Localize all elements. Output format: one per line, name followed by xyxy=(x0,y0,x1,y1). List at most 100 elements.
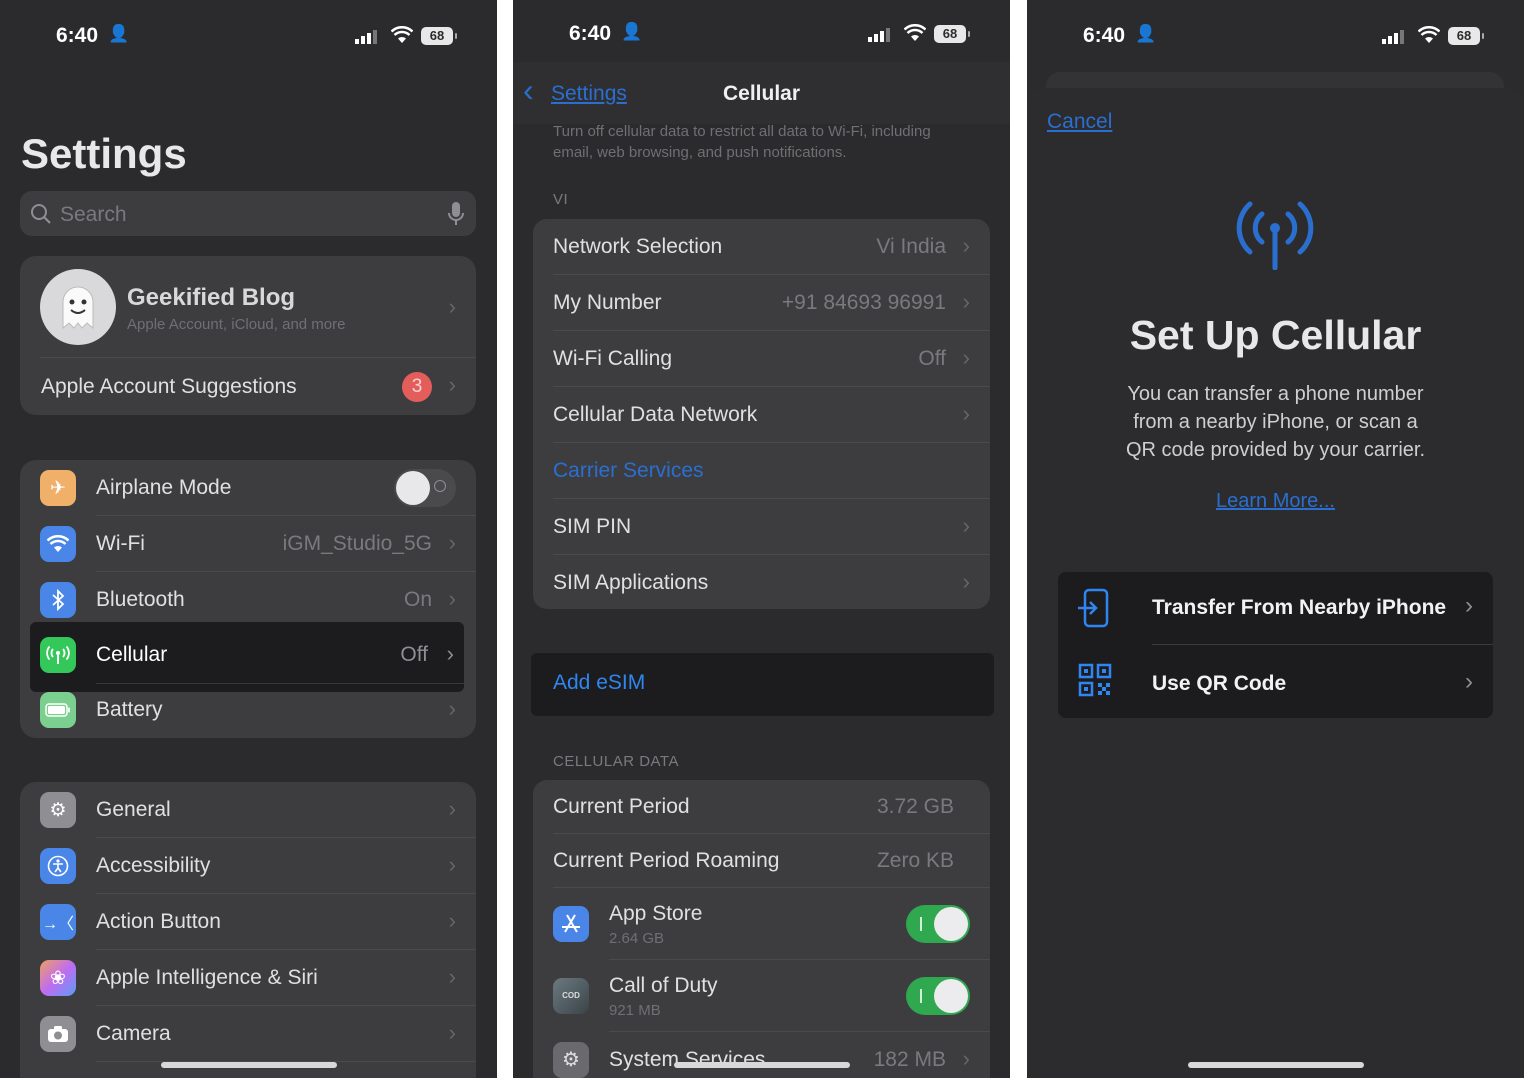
action-button-icon: →〈 xyxy=(40,904,76,940)
app-store-toggle[interactable] xyxy=(906,905,970,943)
chevron-right-icon: › xyxy=(448,796,456,821)
apple-intelligence-label: Apple Intelligence & Siri xyxy=(96,966,318,989)
airplane-mode-toggle[interactable] xyxy=(394,469,456,507)
account-subtitle: Apple Account, iCloud, and more xyxy=(127,316,346,333)
page-title: Settings xyxy=(21,130,187,177)
row-value: +91 84693 96991 xyxy=(781,291,946,314)
cellular-data-footer: Turn off cellular data to restrict all d… xyxy=(553,123,931,161)
status-bar: 6:40 👤 68 xyxy=(0,20,497,54)
chevron-right-icon: › xyxy=(448,908,456,933)
settings-screen: 6:40 👤 68 Settings Search Geekified Blog… xyxy=(0,0,497,1078)
status-time: 6:40 xyxy=(569,22,612,45)
cancel-button[interactable]: Cancel xyxy=(1047,110,1112,134)
sim-applications-row[interactable]: SIM Applications › xyxy=(533,555,990,609)
row-value: Zero KB xyxy=(876,849,954,872)
carrier-header: VI xyxy=(553,191,569,208)
account-suggestions-row[interactable]: Apple Account Suggestions 3 › xyxy=(20,358,476,415)
suggestions-badge: 3 xyxy=(402,372,432,402)
microphone-icon[interactable] xyxy=(448,201,464,227)
action-button-row[interactable]: →〈 Action Button › xyxy=(20,894,476,950)
home-indicator[interactable] xyxy=(673,1062,850,1068)
wifi-value: iGM_Studio_5G xyxy=(282,532,432,555)
chevron-right-icon: › xyxy=(962,569,970,594)
home-indicator[interactable] xyxy=(1187,1062,1364,1068)
cellular-label: Cellular xyxy=(96,643,168,666)
cellular-data-network-row[interactable]: Cellular Data Network › xyxy=(533,387,990,443)
system-services-row[interactable]: ⚙ System Services 182 MB › xyxy=(533,1032,990,1078)
app-store-row: App Store 2.64 GB xyxy=(533,888,990,960)
learn-more-link[interactable]: Learn More... xyxy=(1027,490,1524,513)
airplane-mode-label: Airplane Mode xyxy=(96,476,232,499)
row-value: Vi India xyxy=(876,235,946,258)
apple-intelligence-row[interactable]: ❀ Apple Intelligence & Siri › xyxy=(20,950,476,1006)
chevron-right-icon: › xyxy=(962,345,970,370)
antenna-icon xyxy=(1236,201,1314,270)
my-number-row[interactable]: My Number +91 84693 96991 › xyxy=(533,275,990,331)
row-value: Off xyxy=(918,347,946,370)
account-group: Geekified Blog Apple Account, iCloud, an… xyxy=(20,256,476,415)
cellular-signal-icon xyxy=(868,28,890,42)
network-selection-row[interactable]: Network Selection Vi India › xyxy=(533,219,990,275)
accessibility-row[interactable]: Accessibility › xyxy=(20,838,476,894)
person-icon: 👤 xyxy=(108,24,130,43)
setup-cellular-screen: 6:40 👤 68 Cancel Set Up Cellular You can… xyxy=(1027,0,1524,1078)
account-row[interactable]: Geekified Blog Apple Account, iCloud, an… xyxy=(20,256,476,358)
chevron-right-icon: › xyxy=(448,294,456,319)
general-row[interactable]: ⚙ General › xyxy=(20,782,476,838)
accessibility-icon xyxy=(40,848,76,884)
camera-row[interactable]: Camera › xyxy=(20,1006,476,1062)
bluetooth-value: On xyxy=(403,588,432,611)
home-indicator[interactable] xyxy=(160,1062,337,1068)
back-chevron-icon[interactable]: ‹ xyxy=(523,74,534,106)
setup-description: You can transfer a phone number from a n… xyxy=(1027,380,1524,464)
app-size: 2.64 GB xyxy=(609,930,665,947)
connectivity-group: ✈ Airplane Mode Wi-Fi iGM_Studio_5G › Bl… xyxy=(20,460,476,738)
qr-code-icon xyxy=(1078,663,1112,697)
add-esim-button[interactable]: Add eSIM xyxy=(531,653,994,716)
chevron-right-icon: › xyxy=(1465,592,1473,619)
transfer-option[interactable]: Transfer From Nearby iPhone › xyxy=(1058,572,1493,645)
cellular-data-header: CELLULAR DATA xyxy=(553,753,679,770)
carrier-services-row[interactable]: Carrier Services xyxy=(533,443,990,499)
chevron-right-icon: › xyxy=(962,401,970,426)
battery-status: 68 xyxy=(421,27,457,45)
row-label: System Services xyxy=(609,1048,766,1071)
chevron-right-icon: › xyxy=(962,233,970,258)
status-time: 6:40 xyxy=(56,24,99,47)
chevron-right-icon: › xyxy=(962,513,970,538)
bluetooth-icon xyxy=(40,582,76,618)
call-of-duty-toggle[interactable] xyxy=(906,977,970,1015)
row-label: SIM Applications xyxy=(553,571,709,594)
person-icon: 👤 xyxy=(621,22,643,41)
status-bar: 6:40 👤 68 xyxy=(513,18,1010,52)
gear-icon: ⚙ xyxy=(553,1042,589,1078)
camera-icon xyxy=(40,1016,76,1052)
description-line: QR code provided by your carrier. xyxy=(1125,439,1426,461)
back-button[interactable]: Settings xyxy=(551,82,627,106)
row-value: 182 MB xyxy=(873,1048,946,1071)
row-label: Cellular Data Network xyxy=(553,403,758,426)
carrier-group: Network Selection Vi India › My Number +91 … xyxy=(533,219,990,609)
person-icon: 👤 xyxy=(1135,24,1157,43)
carrier-services-link[interactable]: Carrier Services xyxy=(553,459,704,483)
wifi-calling-row[interactable]: Wi-Fi Calling Off › xyxy=(533,331,990,387)
bluetooth-row[interactable]: Bluetooth On › xyxy=(20,572,476,628)
suggestions-label: Apple Account Suggestions xyxy=(41,375,297,398)
antenna-icon xyxy=(40,637,76,673)
sim-pin-row[interactable]: SIM PIN › xyxy=(533,499,990,555)
wifi-row[interactable]: Wi-Fi iGM_Studio_5G › xyxy=(20,516,476,572)
chevron-right-icon: › xyxy=(962,289,970,314)
cellular-signal-icon xyxy=(355,30,377,44)
airplane-mode-row[interactable]: ✈ Airplane Mode xyxy=(20,460,476,516)
qr-code-option[interactable]: Use QR Code › xyxy=(1058,645,1493,718)
battery-status: 68 xyxy=(934,25,970,43)
cellular-row[interactable]: Cellular Off › xyxy=(30,622,464,692)
status-bar: 6:40 👤 68 xyxy=(1027,20,1524,54)
chevron-right-icon: › xyxy=(1465,668,1473,695)
search-icon xyxy=(31,204,51,224)
search-field[interactable]: Search xyxy=(20,191,476,236)
camera-label: Camera xyxy=(96,1022,171,1045)
current-period-roaming-row: Current Period Roaming Zero KB xyxy=(533,834,990,888)
ghost-icon xyxy=(62,286,94,330)
chevron-right-icon: › xyxy=(448,586,456,611)
